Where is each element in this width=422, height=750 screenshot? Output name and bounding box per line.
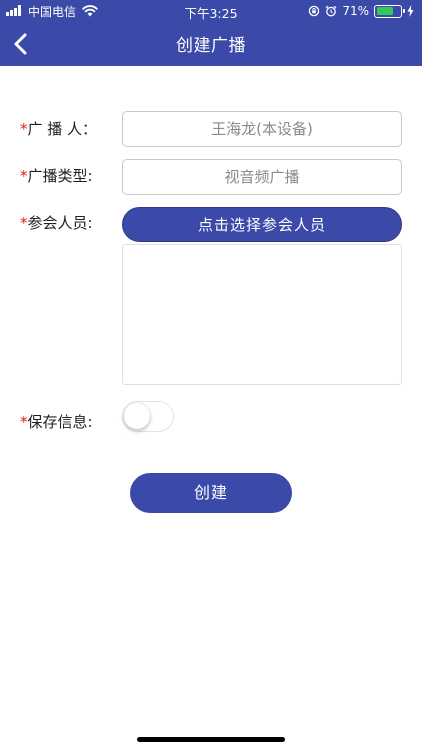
broadcaster-label: *广 播 人： <box>20 120 98 138</box>
alarm-icon <box>325 5 337 17</box>
create-button[interactable]: 创建 <box>130 473 292 513</box>
participants-label: *参会人员: <box>20 214 93 232</box>
toggle-knob <box>124 403 150 429</box>
required-mark: * <box>20 413 28 431</box>
participants-list[interactable] <box>122 244 402 385</box>
navigation-bar: 中国电信 下午3:25 71% 创建广播 <box>0 0 422 66</box>
broadcaster-field[interactable]: 王海龙(本设备) <box>122 111 402 147</box>
status-right-group: 71% <box>308 3 414 19</box>
select-participants-button[interactable]: 点击选择参会人员 <box>122 207 402 242</box>
required-mark: * <box>20 214 28 232</box>
broadcast-type-label: *广播类型: <box>20 167 93 185</box>
charging-icon <box>407 5 414 17</box>
save-info-label: *保存信息: <box>20 413 93 431</box>
required-mark: * <box>20 120 28 138</box>
battery-icon <box>374 4 405 18</box>
status-bar: 中国电信 下午3:25 71% <box>0 0 422 22</box>
save-info-toggle[interactable] <box>122 401 174 432</box>
page-title: 创建广播 <box>176 36 246 56</box>
broadcast-type-field[interactable]: 视音频广播 <box>122 159 402 195</box>
home-indicator[interactable] <box>137 737 285 742</box>
required-mark: * <box>20 167 28 185</box>
rotation-lock-icon <box>309 5 320 17</box>
battery-percent: 71% <box>342 4 369 18</box>
